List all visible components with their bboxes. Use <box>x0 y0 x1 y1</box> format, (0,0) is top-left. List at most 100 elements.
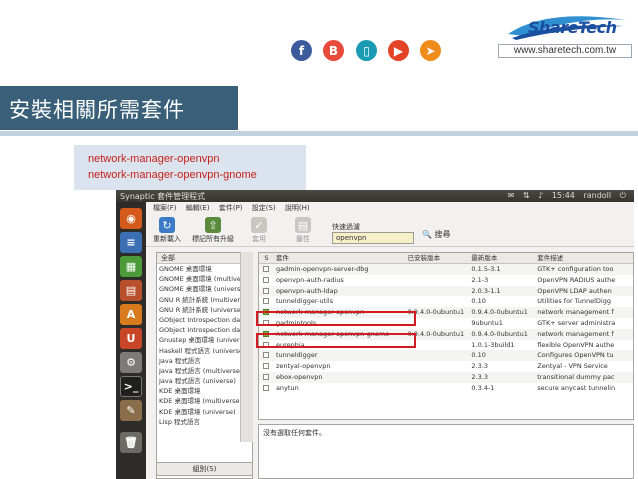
quick-filter-input[interactable]: openvpn <box>332 232 414 244</box>
clock[interactable]: 15:44 <box>552 191 575 200</box>
row-installed <box>408 264 472 275</box>
power-icon[interactable]: ⏻ <box>620 191 626 200</box>
menu-file[interactable]: 檔案(F) <box>153 204 177 212</box>
row-checkbox-cell[interactable] <box>259 296 274 307</box>
row-description: GTK+ server administra <box>537 318 616 327</box>
row-checkbox-cell[interactable] <box>259 361 274 372</box>
category-item[interactable]: GObject Introspection data <box>157 315 252 325</box>
row-checkbox-cell[interactable] <box>259 350 274 361</box>
col-installed[interactable]: 已安裝版本 <box>408 253 472 263</box>
table-row[interactable]: ebox-openvpn 2.3.3 transitional dummy pac <box>259 371 633 383</box>
row-package: ebox-openvpn <box>275 372 323 381</box>
checkbox[interactable] <box>263 298 270 305</box>
category-item[interactable]: KDE 桌面環境 (universe) <box>157 407 252 417</box>
ubuntu-one-icon[interactable]: U <box>120 328 142 349</box>
row-description: OpenVPN RADIUS authe <box>537 275 616 284</box>
writer-icon[interactable]: ≡ <box>120 232 142 253</box>
checkbox[interactable] <box>263 266 270 272</box>
table-row[interactable]: openvpn-auth-radius 2.1-3 OpenVPN RADIUS a… <box>259 275 633 286</box>
quick-filter-label: 快速過濾 <box>332 223 360 231</box>
checkbox[interactable] <box>263 384 270 391</box>
table-row[interactable]: gadmin-openvpn-server-dbg 0.1.5-3.1 GTK+ c… <box>259 264 633 275</box>
share-icon[interactable]: ➤ <box>420 40 441 61</box>
table-row[interactable]: anytun 0.3.4-1 secure anycast tunnelin <box>259 383 633 394</box>
terminal-icon[interactable]: >_ <box>120 376 142 397</box>
col-latest[interactable]: 最新版本 <box>471 253 537 263</box>
category-header[interactable]: 全部 <box>157 253 252 264</box>
row-package: anytun <box>275 383 299 392</box>
checkbox[interactable] <box>263 352 270 359</box>
category-item[interactable]: Java 程式語言 <box>157 356 252 366</box>
table-row[interactable]: zentyal-openvpn 2.3.3 Zentyal - VPN Servic… <box>259 361 633 372</box>
row-latest: 0.3.4-1 <box>471 383 495 392</box>
menu-settings[interactable]: 設定(S) <box>252 204 276 212</box>
trash-icon[interactable]: 🗑 <box>120 432 142 453</box>
menu-help[interactable]: 說明(H) <box>285 204 310 212</box>
facebook-icon[interactable]: f <box>291 40 312 61</box>
category-item[interactable]: KDE 桌面環境 (multiverse) <box>157 396 252 406</box>
user-name[interactable]: randoll <box>583 191 611 200</box>
table-row[interactable]: openvpn-auth-ldap 2.0.3-1.1 OpenVPN LDAP a… <box>259 285 633 297</box>
package-name-2: network-manager-openvpn-gnome <box>88 169 257 181</box>
mark-all-upgrades-button[interactable]: ⇧ 標記所有升級 <box>186 217 240 244</box>
impress-icon[interactable]: ▤ <box>120 280 142 301</box>
category-item[interactable]: Haskell 程式語言 (universe) <box>157 346 252 356</box>
col-package[interactable]: 套件 <box>274 253 408 263</box>
reload-button[interactable]: ↻ 重新載入 <box>150 217 184 244</box>
firefox-icon[interactable]: ◉ <box>120 208 142 229</box>
software-center-icon[interactable]: A <box>120 304 142 325</box>
category-item[interactable]: Java 程式語言 (multiverse) <box>157 366 252 376</box>
settings-icon[interactable]: ⚙ <box>120 352 142 373</box>
row-checkbox-cell[interactable] <box>259 383 274 394</box>
category-item[interactable]: Lisp 程式語言 <box>157 417 252 427</box>
row-description: secure anycast tunnelin <box>537 383 616 392</box>
phone-icon[interactable]: ▯ <box>356 40 377 61</box>
group-button[interactable]: 組別(S) <box>156 462 253 476</box>
category-item[interactable]: Gnustep 桌面環境 (universe <box>157 335 252 345</box>
synaptic-icon[interactable]: ✎ <box>120 400 142 421</box>
category-item[interactable]: GObject Introspection data <box>157 325 252 335</box>
row-latest: 2.0.3-1.1 <box>471 286 501 295</box>
table-row[interactable]: tunneldigger-utils 0.10 Utilities for Tunn… <box>259 296 633 307</box>
network-icon[interactable]: ⇅ <box>523 191 530 200</box>
category-item[interactable]: GNOME 桌面環境 <box>157 264 252 274</box>
row-description: network management f <box>537 308 614 317</box>
apply-button[interactable]: ✓ 套用 <box>246 217 272 244</box>
table-row[interactable]: tunneldigger 0.10 Configures OpenVPN tu <box>259 350 633 362</box>
checkbox[interactable] <box>263 373 270 380</box>
package-list-box <box>74 145 306 190</box>
menu-edit[interactable]: 編輯(E) <box>186 204 210 212</box>
blog-icon[interactable]: B <box>323 40 344 61</box>
calc-icon[interactable]: ▦ <box>120 256 142 277</box>
row-checkbox-cell[interactable] <box>259 286 274 297</box>
category-item[interactable]: GNU R 統計系統 (universe) <box>157 305 252 315</box>
toolbar: ↻ 重新載入 ⇧ 標記所有升級 ✓ 套用 ▤ 屬性 快速過濾 openvpn 🔍… <box>146 214 634 247</box>
row-checkbox-cell[interactable] <box>259 372 274 383</box>
properties-icon: ▤ <box>295 217 311 233</box>
volume-icon[interactable]: ♪ <box>538 191 543 200</box>
upgrade-icon: ⇧ <box>205 217 221 233</box>
menu-package[interactable]: 套件(P) <box>219 204 243 212</box>
category-scrollbar[interactable] <box>240 252 253 442</box>
row-checkbox-cell[interactable] <box>259 264 274 275</box>
checkbox[interactable] <box>263 276 270 283</box>
youtube-icon[interactable]: ▶ <box>388 40 409 61</box>
category-item[interactable]: Java 程式語言 (universe) <box>157 376 252 386</box>
row-checkbox-cell[interactable] <box>259 275 274 286</box>
search-button[interactable]: 🔍 搜尋 <box>422 229 451 240</box>
category-item[interactable]: GNOME 桌面環境 (multiver <box>157 274 252 284</box>
col-status[interactable]: S <box>259 253 274 263</box>
website-url[interactable]: www.sharetech.com.tw <box>498 44 632 58</box>
checkbox[interactable] <box>263 287 270 294</box>
category-item[interactable]: GNU R 統計系統 (multivers <box>157 295 252 305</box>
search-icon: 🔍 <box>422 230 432 239</box>
row-description: Utilities for TunnelDigg <box>537 297 611 306</box>
mail-icon[interactable]: ✉ <box>508 191 515 200</box>
checkbox[interactable] <box>263 363 270 370</box>
properties-button[interactable]: ▤ 屬性 <box>290 217 316 244</box>
category-item[interactable]: GNOME 桌面環境 (universe <box>157 284 252 294</box>
col-description[interactable]: 套件描述 <box>537 253 633 263</box>
row-installed <box>408 383 472 394</box>
title-divider <box>0 131 638 136</box>
category-item[interactable]: KDE 桌面環境 <box>157 386 252 396</box>
